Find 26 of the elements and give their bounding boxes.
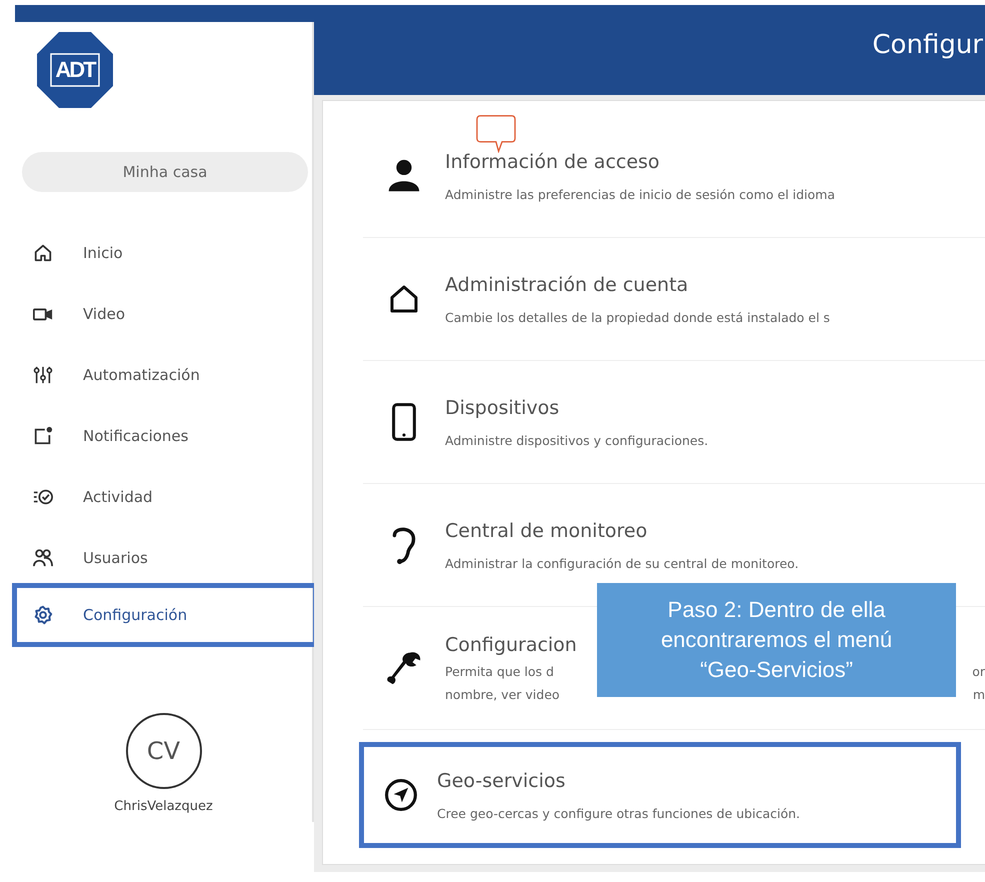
nav-label: Actividad — [83, 488, 153, 506]
logo-text: ADT — [54, 56, 96, 84]
setting-title: Administración de cuenta — [445, 274, 688, 296]
setting-title: Información de acceso — [445, 150, 660, 172]
nav-label: Usuarios — [83, 548, 148, 566]
setting-description: Cambie los detalles de la propiedad donde está instalado el s — [445, 310, 830, 324]
setting-description: Cree geo-cercas y configure otras funciones de ubicación. — [437, 806, 800, 820]
nav-label: Inicio — [83, 244, 123, 262]
setting-title: Dispositivos — [445, 396, 560, 418]
setting-description: Administrar la configuración de su central de monitoreo. — [445, 556, 799, 570]
nav-label: Notificaciones — [83, 426, 188, 444]
nav-label: Automatización — [83, 366, 200, 384]
user-name: ChrisVelazquez — [114, 799, 213, 814]
page-title: Configur — [872, 30, 984, 60]
setting-description: Administre dispositivos y configuraciones. — [445, 432, 708, 448]
nav-label: Video — [83, 304, 126, 322]
setting-description: Administre las preferencias de inicio de sesión como el idioma — [445, 186, 836, 202]
setting-description: m — [972, 687, 985, 702]
nav-label: Configuración — [83, 606, 188, 624]
annotation-tooltip: Paso 2: Dentro de ella encontraremos el menú “Geo-Servicios” — [597, 583, 956, 697]
setting-description: nombre, ver video — [445, 687, 560, 702]
setting-title: Central de monitoreo — [445, 520, 648, 542]
setting-description: Permita que los d — [445, 664, 554, 679]
setting-title: Configuracion — [445, 634, 577, 656]
setting-title: Geo-servicios — [437, 770, 566, 792]
setting-description: or — [972, 664, 985, 679]
